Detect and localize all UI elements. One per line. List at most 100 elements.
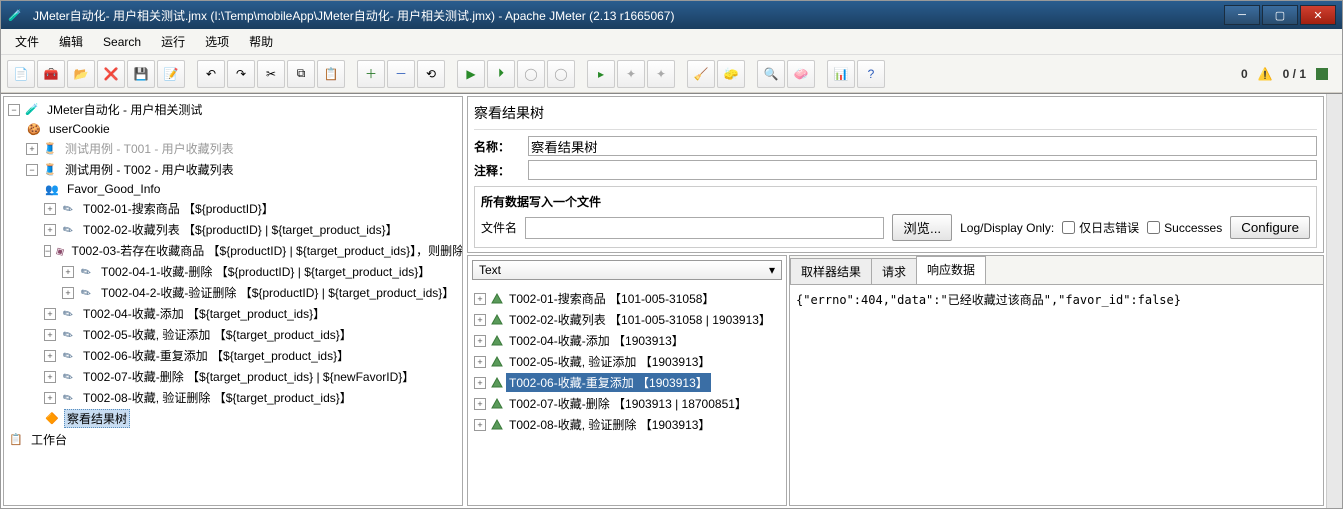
redo-button[interactable]: ↷ <box>227 60 255 88</box>
collapse-button[interactable]: － <box>387 60 415 88</box>
test-plan-tree[interactable]: −🧪JMeter自动化 - 用户相关测试 🍪userCookie +🧵测试用例 … <box>3 96 463 506</box>
render-combo[interactable]: Text ▾ <box>472 260 782 280</box>
tree-subitem[interactable]: +✎T002-04-1-收藏-删除 【${productID} | ${targ… <box>62 261 460 282</box>
result-item[interactable]: +T002-07-收藏-删除 【1903913 | 18700851】 <box>474 393 782 414</box>
results-tree-icon: 🔶 <box>44 411 60 427</box>
results-list-panel: Text ▾ +T002-01-搜索商品 【101-005-31058】+T00… <box>467 255 787 506</box>
tree-workbench[interactable]: 📋工作台 <box>8 429 460 450</box>
function-helper-button[interactable]: 📊 <box>827 60 855 88</box>
minimize-button[interactable]: ─ <box>1224 5 1260 25</box>
titlebar: 🧪 JMeter自动化- 用户相关测试.jmx (I:\Temp\mobileA… <box>1 1 1342 29</box>
help-button[interactable]: ? <box>857 60 885 88</box>
close-button-tb[interactable]: ❌ <box>97 60 125 88</box>
maximize-button[interactable]: ▢ <box>1262 5 1298 25</box>
flask-icon: 🧪 <box>24 102 40 118</box>
configure-button[interactable]: Configure <box>1230 216 1310 239</box>
tree-item[interactable]: +✎T002-02-收藏列表 【${productID} | ${target_… <box>44 219 460 240</box>
paste-button[interactable]: 📋 <box>317 60 345 88</box>
http-request-icon: ✎ <box>57 219 79 241</box>
tree-item[interactable]: +✎T002-05-收藏, 验证添加 【${target_product_ids… <box>44 324 460 345</box>
open-button[interactable]: 📂 <box>67 60 95 88</box>
menu-options[interactable]: 选项 <box>197 29 237 54</box>
tree-subitem[interactable]: +✎T002-04-2-收藏-验证删除 【${productID} | ${ta… <box>62 282 460 303</box>
cut-button[interactable]: ✂ <box>257 60 285 88</box>
panel-title: 察看结果树 <box>474 101 1317 130</box>
running-indicator-icon <box>1316 68 1328 80</box>
templates-button[interactable]: 🧰 <box>37 60 65 88</box>
http-request-icon: ✎ <box>57 303 79 325</box>
app-window: 🧪 JMeter自动化- 用户相关测试.jmx (I:\Temp\mobileA… <box>0 0 1343 509</box>
close-button[interactable]: ✕ <box>1300 5 1336 25</box>
browse-button[interactable]: 浏览... <box>892 214 952 241</box>
tab-response[interactable]: 响应数据 <box>916 256 986 284</box>
result-item[interactable]: +T002-01-搜索商品 【101-005-31058】 <box>474 288 782 309</box>
start-button[interactable]: ▶ <box>457 60 485 88</box>
http-request-icon: ✎ <box>75 282 97 304</box>
scrollbar[interactable] <box>1326 94 1342 508</box>
toggle-button[interactable]: ⟲ <box>417 60 445 88</box>
remote-start-button[interactable]: ▸ <box>587 60 615 88</box>
menu-run[interactable]: 运行 <box>153 29 193 54</box>
success-icon <box>490 397 504 411</box>
shutdown-button[interactable]: ◯ <box>547 60 575 88</box>
listener-config: 察看结果树 名称： 注释： 所有数据写入一个文件 文件名 浏览... Log/D… <box>467 96 1324 253</box>
start-no-pause-button[interactable]: ⏵ <box>487 60 515 88</box>
result-detail-panel: 取样器结果 请求 响应数据 {"errno":404,"data":"已经收藏过… <box>789 255 1324 506</box>
remote-stop-button[interactable]: ✦ <box>617 60 645 88</box>
result-item[interactable]: +T002-02-收藏列表 【101-005-31058 | 1903913】 <box>474 309 782 330</box>
user-vars-icon: 👥 <box>44 181 60 197</box>
results-tree[interactable]: +T002-01-搜索商品 【101-005-31058】+T002-02-收藏… <box>468 284 786 505</box>
expand-button[interactable]: ＋ <box>357 60 385 88</box>
menu-edit[interactable]: 编辑 <box>51 29 91 54</box>
filename-input[interactable] <box>525 217 884 239</box>
name-input[interactable] <box>528 136 1317 156</box>
tree-t002[interactable]: −🧵测试用例 - T002 - 用户收藏列表 <box>26 159 460 180</box>
tree-cookie[interactable]: 🍪userCookie <box>26 120 460 138</box>
response-body[interactable]: {"errno":404,"data":"已经收藏过该商品","favor_id… <box>790 285 1323 505</box>
new-button[interactable]: 📄 <box>7 60 35 88</box>
success-icon <box>490 292 504 306</box>
tree-t001[interactable]: +🧵测试用例 - T001 - 用户收藏列表 <box>26 138 460 159</box>
menu-file[interactable]: 文件 <box>7 29 47 54</box>
menu-search[interactable]: Search <box>95 31 149 53</box>
result-item[interactable]: +T002-04-收藏-添加 【1903913】 <box>474 330 782 351</box>
comment-label: 注释： <box>474 162 524 179</box>
successes-checkbox[interactable]: Successes <box>1147 221 1222 235</box>
save-button[interactable]: 💾 <box>127 60 155 88</box>
results-area: Text ▾ +T002-01-搜索商品 【101-005-31058】+T00… <box>467 255 1324 506</box>
tree-root[interactable]: −🧪JMeter自动化 - 用户相关测试 <box>8 99 460 120</box>
save-as-button[interactable]: 📝 <box>157 60 185 88</box>
tree-item[interactable]: +✎T002-08-收藏, 验证删除 【${target_product_ids… <box>44 387 460 408</box>
tree-results[interactable]: 🔶察看结果树 <box>44 408 460 429</box>
remote-shutdown-button[interactable]: ✦ <box>647 60 675 88</box>
tab-request[interactable]: 请求 <box>871 258 917 284</box>
tree-item[interactable]: +✎T002-06-收藏-重复添加 【${target_product_ids}… <box>44 345 460 366</box>
result-item[interactable]: +T002-06-收藏-重复添加 【1903913】 <box>474 372 782 393</box>
tree-favor[interactable]: 👥Favor_Good_Info <box>44 180 460 198</box>
clear-button[interactable]: 🧹 <box>687 60 715 88</box>
reset-search-button[interactable]: 🧼 <box>787 60 815 88</box>
tab-sampler[interactable]: 取样器结果 <box>790 258 872 284</box>
comment-input[interactable] <box>528 160 1317 180</box>
stop-button[interactable]: ◯ <box>517 60 545 88</box>
result-item[interactable]: +T002-05-收藏, 验证添加 【1903913】 <box>474 351 782 372</box>
search-button[interactable]: 🔍 <box>757 60 785 88</box>
result-item[interactable]: +T002-08-收藏, 验证删除 【1903913】 <box>474 414 782 435</box>
menu-help[interactable]: 帮助 <box>241 29 281 54</box>
undo-button[interactable]: ↶ <box>197 60 225 88</box>
copy-button[interactable]: ⧉ <box>287 60 315 88</box>
toolbar: 📄 🧰 📂 ❌ 💾 📝 ↶ ↷ ✂ ⧉ 📋 ＋ － ⟲ ▶ ⏵ ◯ ◯ ▸ ✦ … <box>1 55 1342 93</box>
tree-item[interactable]: +✎T002-07-收藏-删除 【${target_product_ids} |… <box>44 366 460 387</box>
tree-item[interactable]: +✎T002-01-搜索商品 【${productID}】 <box>44 198 460 219</box>
name-label: 名称： <box>474 138 524 155</box>
warn-icon: ⚠️ <box>1258 67 1273 81</box>
clear-all-button[interactable]: 🧽 <box>717 60 745 88</box>
errors-only-checkbox[interactable]: 仅日志错误 <box>1062 219 1139 236</box>
status-bar: 0 ⚠️ 0 / 1 <box>1241 67 1336 81</box>
content-area: −🧪JMeter自动化 - 用户相关测试 🍪userCookie +🧵测试用例 … <box>1 93 1342 508</box>
tree-item[interactable]: −◈T002-03-若存在收藏商品 【${productID} | ${targ… <box>44 240 460 261</box>
thread-group-icon: 🧵 <box>42 162 58 178</box>
tree-item[interactable]: +✎T002-04-收藏-添加 【${target_product_ids}】 <box>44 303 460 324</box>
details-panel: 察看结果树 名称： 注释： 所有数据写入一个文件 文件名 浏览... Log/D… <box>467 96 1324 506</box>
http-request-icon: ✎ <box>57 366 79 388</box>
